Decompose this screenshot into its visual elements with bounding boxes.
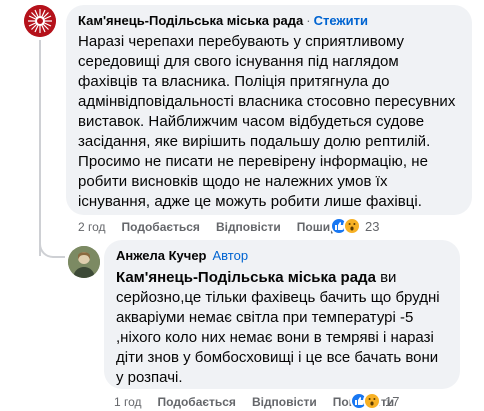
reply-header: Анжела Кучер Автор	[116, 247, 448, 264]
user-photo-icon	[68, 246, 100, 278]
reactions-summary[interactable]: 23	[330, 217, 379, 235]
reply-bubble: Анжела Кучер Автор Кам'янець-Подільська м…	[104, 240, 460, 389]
reaction-count: 23	[365, 218, 380, 234]
comment-time[interactable]: 2 год	[78, 220, 106, 234]
comment-text: Наразі черепахи перебувають у сприятливо…	[78, 33, 456, 210]
comment-header: Кам'янець-Подільська міська рада · Стежити	[78, 12, 460, 29]
wow-icon	[363, 392, 381, 410]
reply-author[interactable]: Анжела Кучер	[116, 248, 207, 263]
reply-time[interactable]: 1 год	[114, 395, 142, 409]
comment-author[interactable]: Кам'янець-Подільська міська рада	[78, 13, 303, 28]
separator: ·	[306, 13, 311, 28]
like-button[interactable]: Подобається	[158, 395, 236, 409]
wow-icon	[343, 217, 361, 235]
mention-link[interactable]: Кам'янець-Подільська міська рада	[116, 269, 376, 286]
reply-body: ви серйозно,це тільки фахівець бачить що…	[116, 269, 440, 386]
city-emblem-icon	[24, 5, 56, 37]
avatar[interactable]	[24, 5, 56, 37]
comment-bubble: Кам'янець-Подільська міська рада · Стежити…	[66, 5, 472, 215]
like-button[interactable]: Подобається	[122, 220, 200, 234]
thread-connector	[39, 222, 65, 258]
reply-button[interactable]: Відповісти	[252, 395, 317, 409]
follow-button[interactable]: Стежити	[314, 13, 368, 28]
reply-button[interactable]: Відповісти	[216, 220, 281, 234]
reply-text: Кам'янець-Подільська міська рада ви серй…	[116, 268, 448, 388]
avatar[interactable]	[68, 246, 100, 278]
reactions-summary[interactable]: 17	[350, 392, 399, 410]
reaction-count: 17	[385, 393, 400, 409]
author-badge: Автор	[212, 248, 249, 263]
